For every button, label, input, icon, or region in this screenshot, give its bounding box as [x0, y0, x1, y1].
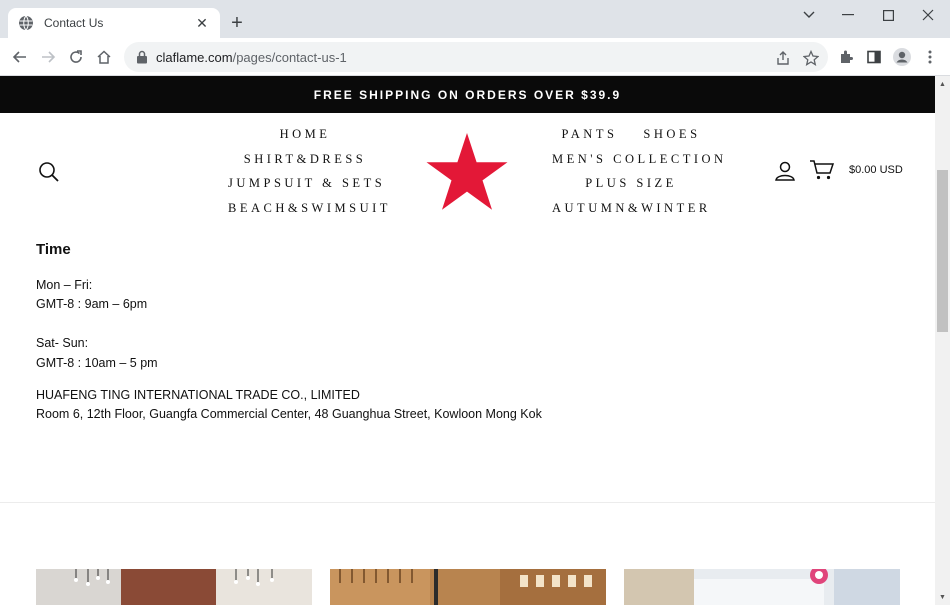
nav-item-shirt-dress[interactable]: SHIRT&DRESS: [228, 147, 382, 172]
globe-icon: [19, 15, 33, 31]
browser-window: Contact Us ✕ + claflame.com /pages/conta…: [0, 0, 950, 605]
tab-strip: Contact Us ✕ +: [0, 0, 950, 38]
account-icon[interactable]: [774, 160, 796, 182]
star-icon[interactable]: [800, 47, 822, 69]
browser-toolbar: claflame.com/pages/contact-us-1: [0, 38, 950, 76]
scroll-down-icon[interactable]: ▼: [935, 590, 950, 604]
back-icon[interactable]: [8, 45, 32, 69]
nav-item-plus-size[interactable]: PLUS SIZE: [552, 171, 710, 196]
store-image-1[interactable]: [36, 569, 312, 605]
tab-contact-us[interactable]: Contact Us ✕: [8, 8, 220, 38]
store-image-2[interactable]: [330, 569, 606, 605]
nav-item-jumpsuit-sets[interactable]: JUMPSUIT & SETS: [228, 171, 382, 196]
page-scrollbar[interactable]: ▲ ▼: [935, 76, 950, 605]
lock-icon: [137, 50, 147, 64]
weekday-label: Mon – Fri:: [36, 278, 93, 292]
url-domain: claflame.com: [156, 49, 233, 65]
nav-item-beach-swimsuit[interactable]: BEACH&SWIMSUIT: [228, 196, 387, 221]
scroll-thumb[interactable]: [937, 170, 948, 332]
store-image-3[interactable]: [624, 569, 900, 605]
nav-left: HOME SHIRT&DRESS JUMPSUIT & SETS BEACH&S…: [228, 122, 387, 221]
nav-item-shoes[interactable]: SHOES: [643, 127, 700, 141]
weekend-hours: GMT-8 : 10am – 5 pm: [36, 356, 158, 370]
nav-item-mens-collection[interactable]: MEN'S COLLECTION: [552, 147, 723, 172]
search-icon[interactable]: [38, 161, 60, 183]
forward-icon[interactable]: [36, 45, 60, 69]
url-path: /pages/contact-us-1: [232, 49, 347, 65]
tab-title: Contact Us: [44, 16, 104, 30]
web-page: FREE SHIPPING ON ORDERS OVER $39.9 HOME …: [0, 76, 935, 605]
maximize-icon[interactable]: [870, 4, 906, 26]
window-close-icon[interactable]: [910, 4, 946, 26]
extensions-icon[interactable]: [834, 45, 858, 69]
nav-item-autumn-winter[interactable]: AUTUMN&WINTER: [552, 196, 710, 221]
address-bar[interactable]: claflame.com/pages/contact-us-1: [124, 42, 828, 72]
time-heading: Time: [36, 241, 71, 258]
cart-total[interactable]: $0.00 USD: [849, 164, 903, 176]
sidepanel-icon[interactable]: [862, 45, 886, 69]
company-address: Room 6, 12th Floor, Guangfa Commercial C…: [36, 407, 542, 421]
company-name: HUAFENG TING INTERNATIONAL TRADE CO., LI…: [36, 388, 360, 402]
chevron-down-icon[interactable]: [791, 4, 827, 26]
profile-icon[interactable]: [890, 45, 914, 69]
home-icon[interactable]: [92, 45, 116, 69]
weekend-label: Sat- Sun:: [36, 336, 89, 350]
nav-row-pants-shoes: PANTS SHOES: [552, 122, 710, 147]
minimize-icon[interactable]: [830, 4, 866, 26]
weekday-hours: GMT-8 : 9am – 6pm: [36, 297, 148, 311]
reload-icon[interactable]: [64, 45, 88, 69]
announcement-bar: FREE SHIPPING ON ORDERS OVER $39.9: [0, 76, 935, 113]
nav-item-home[interactable]: HOME: [228, 122, 382, 147]
close-icon[interactable]: ✕: [194, 15, 210, 31]
kebab-menu-icon[interactable]: [918, 45, 942, 69]
cart-icon[interactable]: [809, 158, 835, 182]
section-divider: [0, 502, 935, 503]
nav-item-pants[interactable]: PANTS: [561, 127, 617, 141]
share-icon[interactable]: [772, 47, 794, 69]
star-logo[interactable]: [424, 131, 510, 213]
plus-icon[interactable]: +: [226, 12, 248, 34]
site-header: HOME SHIRT&DRESS JUMPSUIT & SETS BEACH&S…: [0, 113, 935, 233]
scroll-up-icon[interactable]: ▲: [935, 77, 950, 91]
nav-right: PANTS SHOES MEN'S COLLECTION PLUS SIZE AU…: [552, 122, 723, 221]
